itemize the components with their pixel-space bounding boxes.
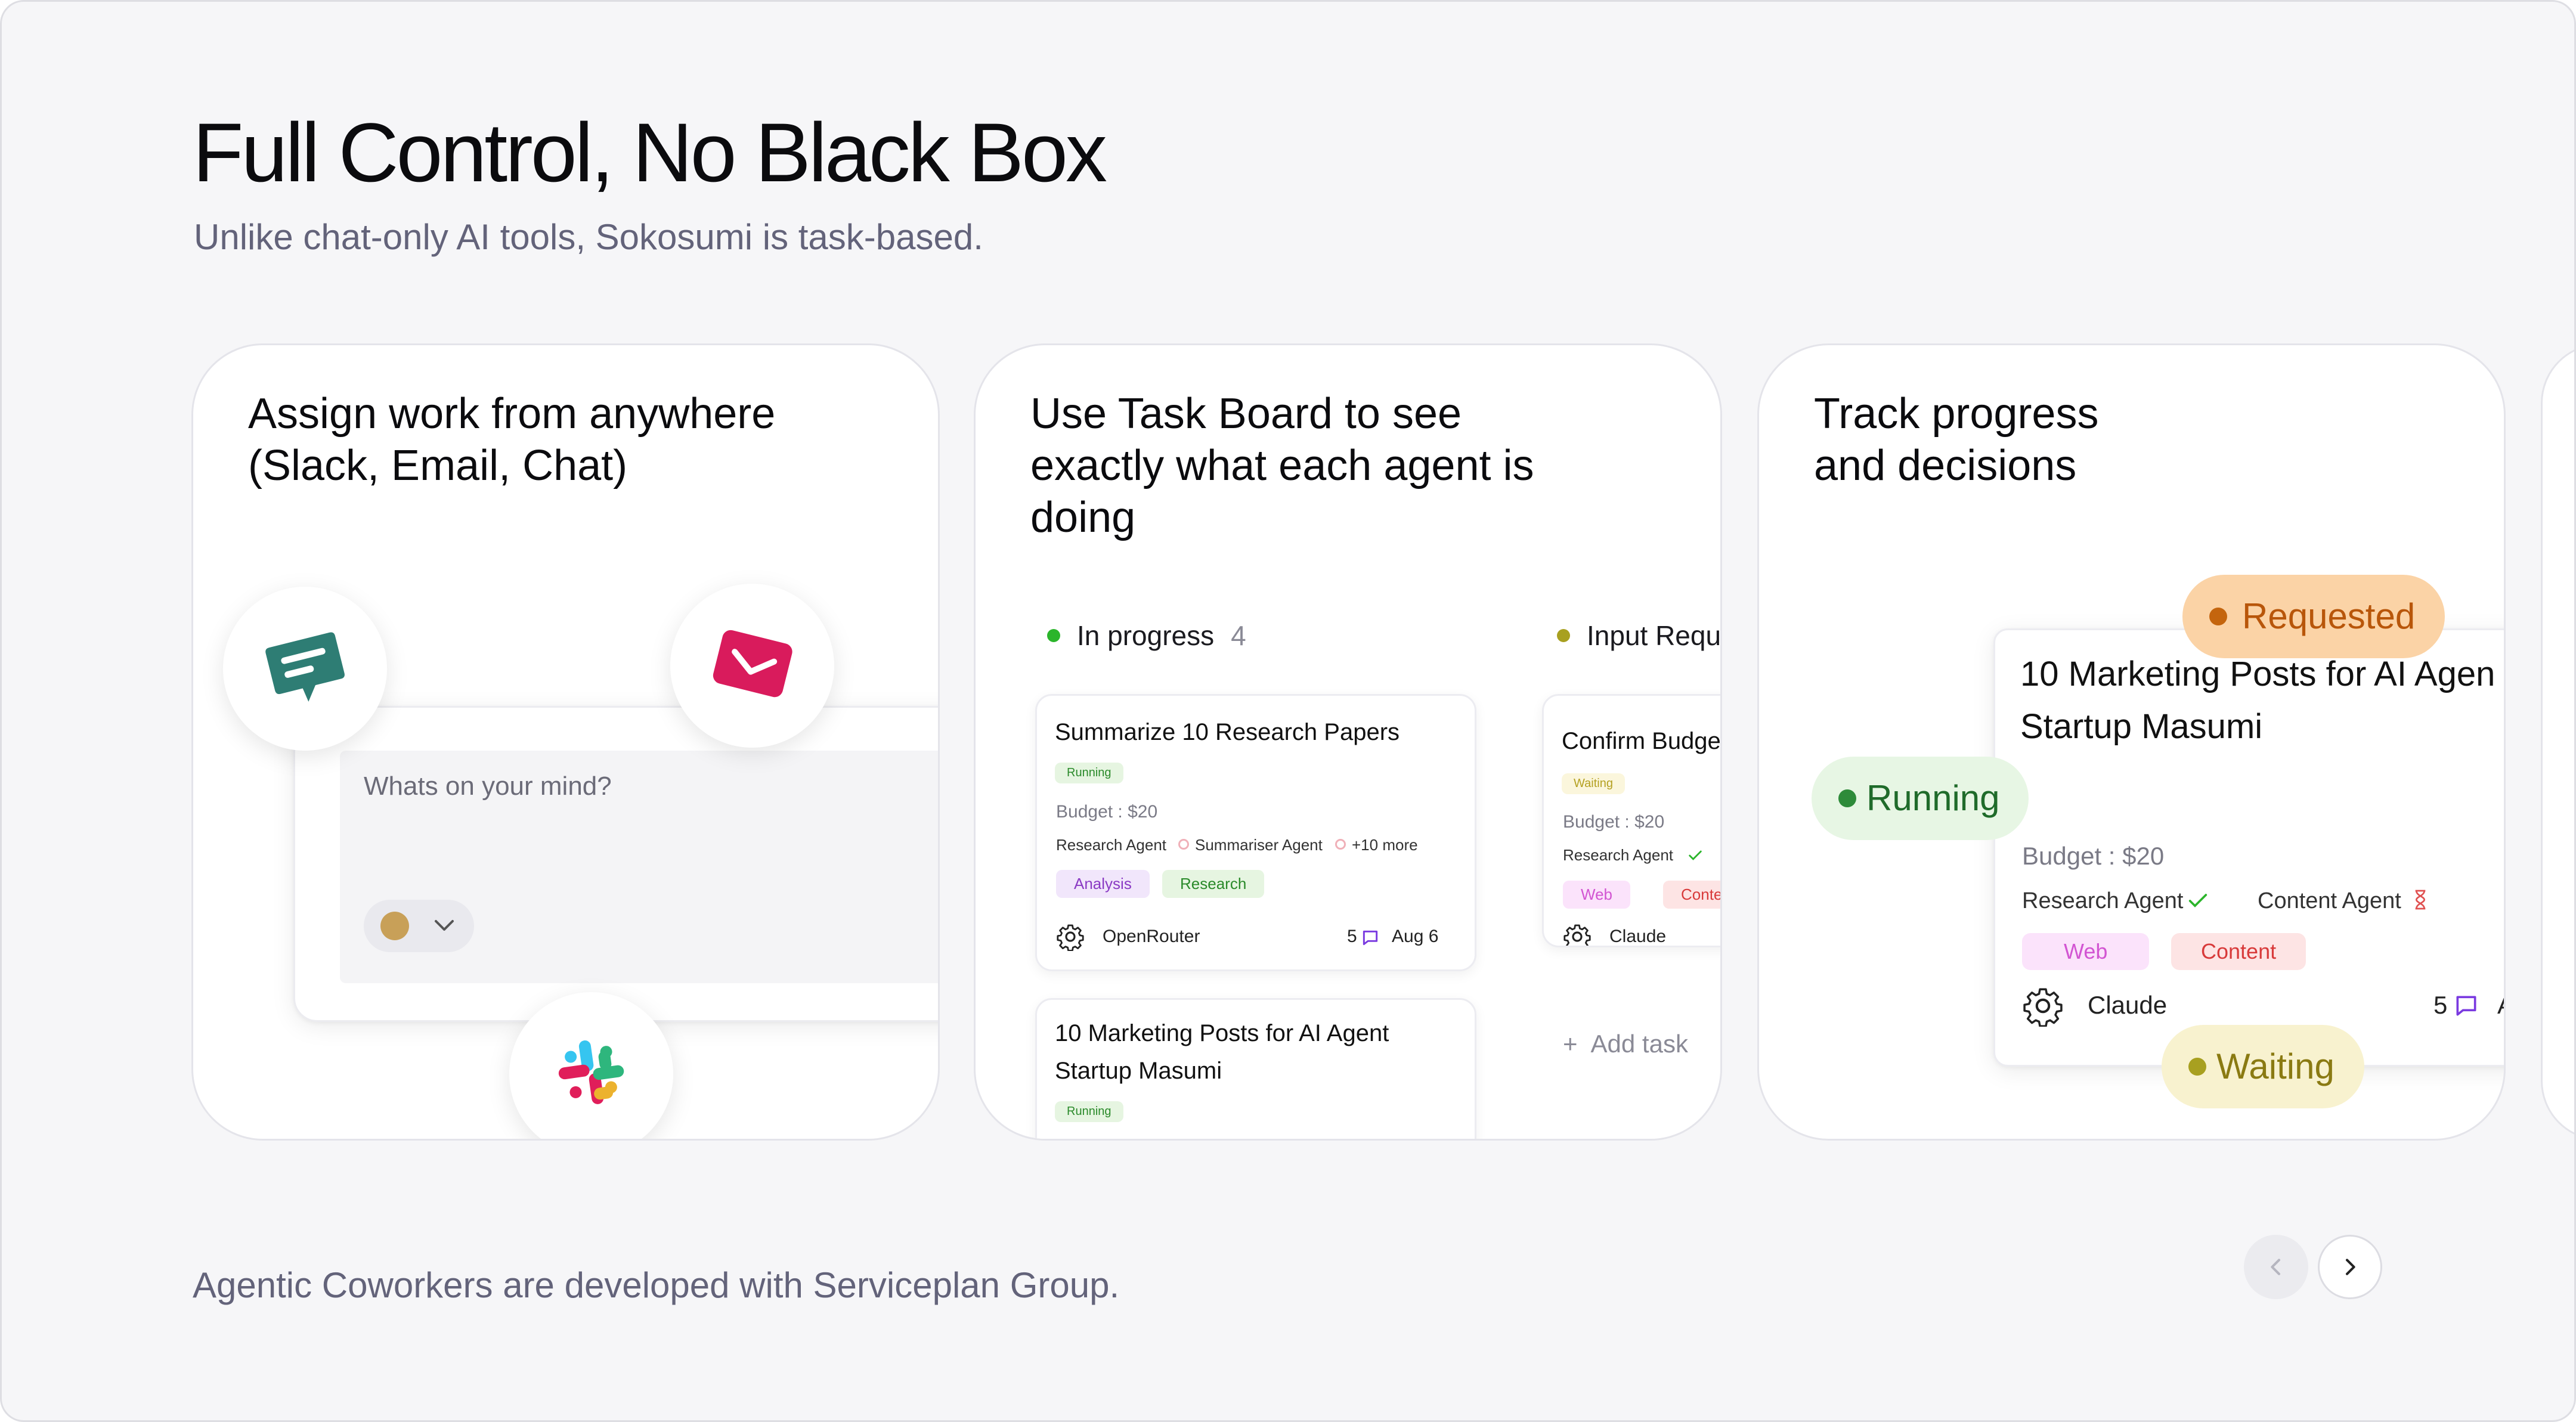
card-assign-work: Assign work from anywhere (Slack, Email,… [191,343,940,1141]
task-card[interactable]: Summarize 10 Research Papers Running Bud… [1035,694,1476,971]
chat-input-placeholder: Whats on your mind? [364,772,612,801]
chat-bubble[interactable] [223,587,387,751]
requested-status-pill: Requested [2182,575,2445,658]
more-agents: +10 more [1352,836,1418,854]
task-budget: Budget : $20 [1563,812,1665,832]
agent-name: Research Agent [1056,836,1167,854]
footer-text: Agentic Coworkers are developed with Ser… [193,1265,1120,1305]
gear-icon [1057,924,1084,951]
chevron-down-icon [435,920,454,931]
avatar [380,912,409,940]
chat-input-card: Whats on your mind? [293,706,938,1022]
model-name: Claude [1609,927,1667,946]
chevron-left-icon [2271,1259,2280,1275]
running-status-pill: Running [1812,757,2029,840]
chevron-right-icon [2346,1259,2355,1275]
page-title: Full Control, No Black Box [193,106,1107,199]
pill-label: Requested [2242,596,2416,636]
model-selector[interactable] [364,900,474,952]
pill-label: Waiting [2216,1046,2334,1086]
column-name: Input Requ [1587,620,1722,651]
add-task-label: Add task [1590,1030,1688,1058]
carousel-prev-button[interactable] [2244,1235,2308,1299]
tag-web: Web [1563,881,1630,909]
carousel-next-button[interactable] [2318,1235,2382,1299]
agent-name: Research Agent [1563,846,1674,864]
page: Full Control, No Black Box Unlike chat-o… [0,0,2576,1422]
agent-name: Content Agent [2258,888,2401,913]
pending-icon [1335,839,1346,850]
task-budget: Budget : $20 [1056,802,1158,822]
comment-icon [1363,930,1378,946]
card-title: Use Task Board to see exactly what each … [1030,390,1534,541]
tag-analysis: Analysis [1056,870,1150,898]
page-subtitle: Unlike chat-only AI tools, Sokosumi is t… [194,217,983,257]
agent-name: Research Agent [2022,888,2184,913]
status-dot [2188,1058,2206,1076]
status-badge: Running [1055,763,1123,783]
card-track-progress: Track progress and decisions 10 Marketin… [1757,343,2506,1141]
slack-icon [558,1040,624,1104]
add-task-button[interactable]: + Add task [1563,1030,1688,1058]
model-name: OpenRouter [1103,927,1200,946]
email-bubble[interactable] [670,584,834,748]
due-date: Aug 6 [1392,927,1439,946]
status-dot [1557,629,1570,642]
task-title: 10 Marketing Posts for AI Agent [1055,1020,1389,1046]
task-card[interactable]: 10 Marketing Posts for AI Agen Startup M… [1993,628,2504,1067]
hourglass-icon [2415,890,2426,910]
plus-icon: + [1563,1030,1578,1058]
card-title: Assign work from anywhere (Slack, Email,… [248,390,776,490]
tag-web: Web [2022,933,2150,970]
tag-content: Conte [1663,881,1720,909]
agent-name: Summariser Agent [1195,836,1323,854]
status-badge: Running [1055,1101,1123,1122]
task-card[interactable]: Confirm Budge Waiting Budget : $20 Resea… [1542,694,1721,947]
comment-count: 5 [1347,927,1357,946]
waiting-status-pill: Waiting [2162,1025,2364,1108]
task-title: Summarize 10 Research Papers [1055,719,1400,745]
card-task-board: Use Task Board to see exactly what each … [974,343,1722,1141]
due-date: A [2497,991,2504,1020]
comment-icon [2456,996,2476,1016]
tag-research: Research [1162,870,1265,898]
status-badge: Waiting [1562,773,1625,794]
chat-input-field[interactable]: Whats on your mind? [340,751,938,983]
status-dot [2209,608,2227,625]
status-dot [1838,789,1856,807]
pending-icon [1178,839,1189,850]
gear-icon [1563,924,1591,946]
task-title: Startup Masumi [1055,1058,1222,1084]
tag-content: Content [2171,933,2306,970]
model-name: Claude [2088,991,2168,1019]
check-icon [1689,850,1702,860]
card-next-partial [2541,343,2574,1141]
status-dot [1047,629,1060,642]
column-count: 4 [1231,620,1246,651]
email-icon [713,630,792,698]
task-title: Startup Masumi [2020,707,2263,746]
task-card[interactable]: 10 Marketing Posts for AI Agent Startup … [1035,998,1476,1139]
column-name: In progress [1077,620,1215,651]
comment-count: 5 [2433,991,2448,1019]
task-title: Confirm Budge [1562,728,1721,754]
chat-icon [265,632,345,702]
pill-label: Running [1866,778,2000,818]
column-in-progress: In progress 4 [1047,619,1246,652]
column-input-required: Input Requ [1557,619,1722,652]
card-title: Track progress and decisions [1814,390,2099,490]
task-budget: Budget : $20 [2022,842,2165,870]
check-icon [2188,894,2207,907]
gear-icon [2023,988,2063,1027]
